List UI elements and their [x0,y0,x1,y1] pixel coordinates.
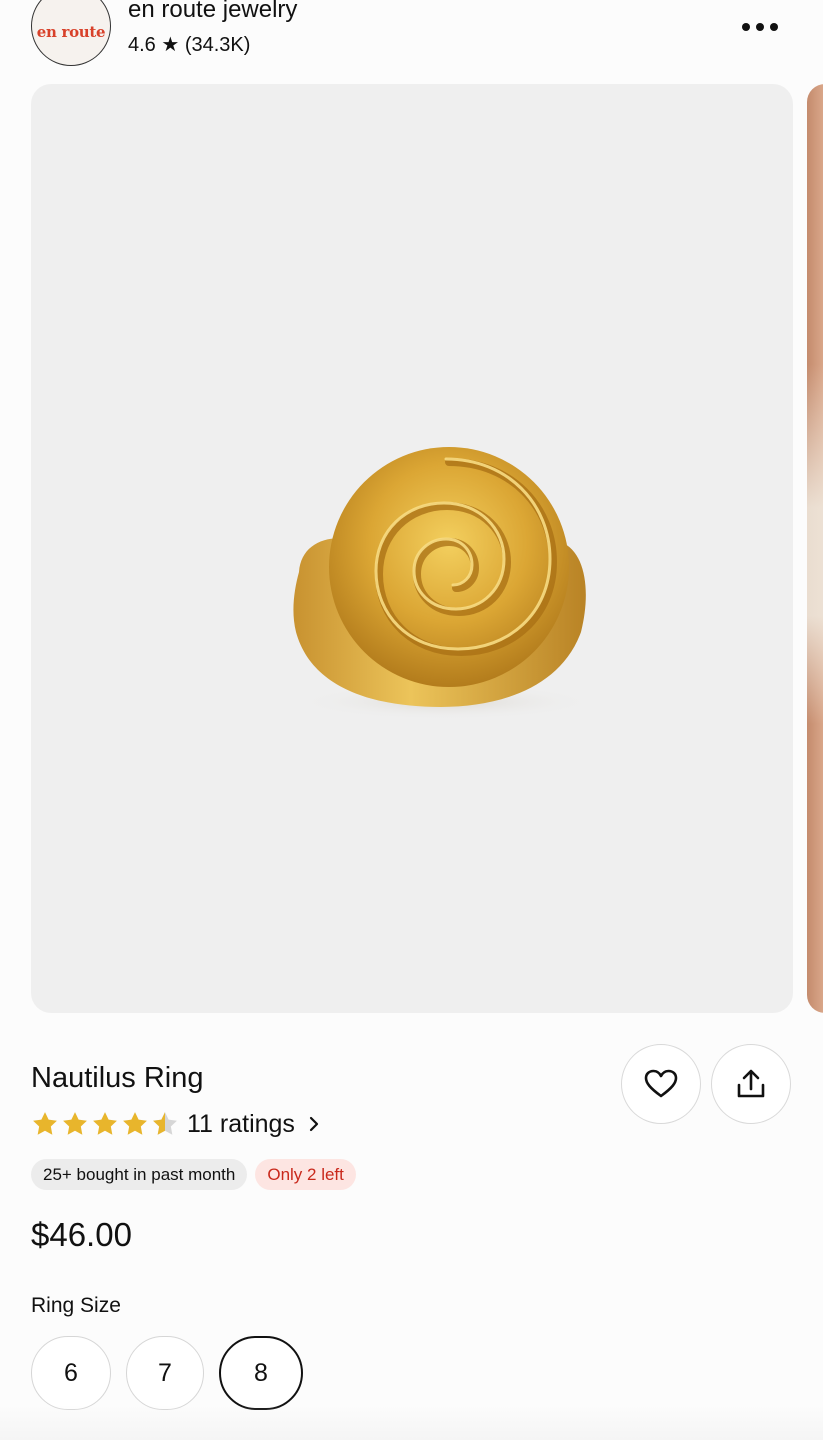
ratings-count: 11 ratings [187,1109,295,1138]
bottom-fade [0,1405,823,1440]
chevron-right-icon [309,1116,319,1132]
more-options-button[interactable] [734,10,786,44]
ratings-link[interactable]: 11 ratings [187,1110,319,1139]
heart-icon [644,1069,678,1098]
size-option-7[interactable]: 7 [126,1336,204,1410]
rating-row: 11 ratings [31,1106,319,1142]
star-icon [63,1112,87,1135]
share-button[interactable] [711,1044,791,1124]
star-icon [123,1112,147,1135]
product-image-card[interactable] [31,84,793,1013]
shop-name[interactable]: en route jewelry [128,0,297,24]
size-option-8-selected[interactable]: 8 [219,1336,303,1410]
ring-size-label: Ring Size [31,1294,121,1317]
shop-logo[interactable]: en route [31,0,111,66]
next-image-peek[interactable] [807,84,823,1013]
shop-rating: 4.6 ★ (34.3K) [128,34,251,56]
star-half-icon [153,1112,177,1135]
share-icon [737,1069,765,1098]
star-rating [31,1110,179,1138]
product-badges: 25+ bought in past month Only 2 left [31,1159,356,1190]
star-icon [93,1112,117,1135]
product-price: $46.00 [31,1216,132,1253]
shop-logo-text: en route [36,23,106,41]
ellipsis-icon [742,23,778,31]
shop-header: en route en route jewelry 4.6 ★ (34.3K) [0,0,823,80]
product-title: Nautilus Ring [31,1062,204,1094]
size-option-6[interactable]: 6 [31,1336,111,1410]
product-image-ring [293,447,596,720]
stock-badge: Only 2 left [255,1159,356,1190]
bought-badge: 25+ bought in past month [31,1159,248,1190]
favorite-button[interactable] [621,1044,701,1124]
star-icon [33,1112,57,1135]
